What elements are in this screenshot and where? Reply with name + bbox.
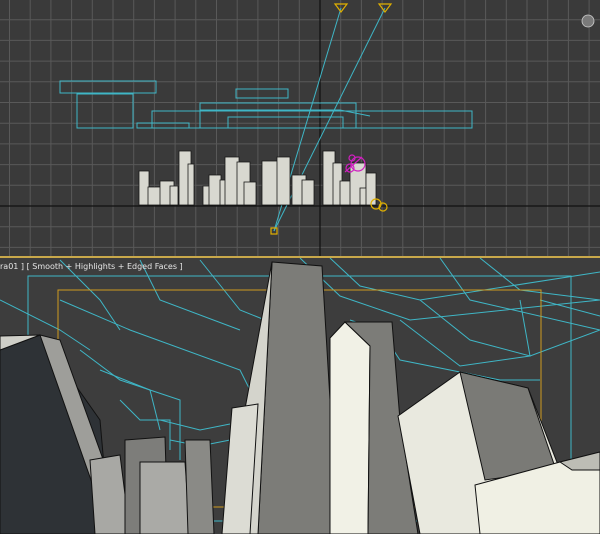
camera-viewport-canvas (0, 258, 600, 534)
wire-slab-7 (136, 122, 190, 129)
camera-viewport[interactable] (0, 258, 600, 534)
light-icon[interactable] (581, 14, 595, 28)
viewport-label[interactable]: ra01 ] [ Smooth + Highlights + Edged Fac… (0, 262, 183, 271)
wire-slab-2 (235, 88, 289, 99)
top-viewport[interactable] (0, 0, 600, 256)
wireframe-objects (59, 80, 473, 129)
wire-slab-4 (199, 102, 357, 129)
perspective-buildings (0, 261, 600, 534)
wire-slab-1 (59, 80, 157, 94)
top-viewport-canvas (0, 0, 600, 256)
